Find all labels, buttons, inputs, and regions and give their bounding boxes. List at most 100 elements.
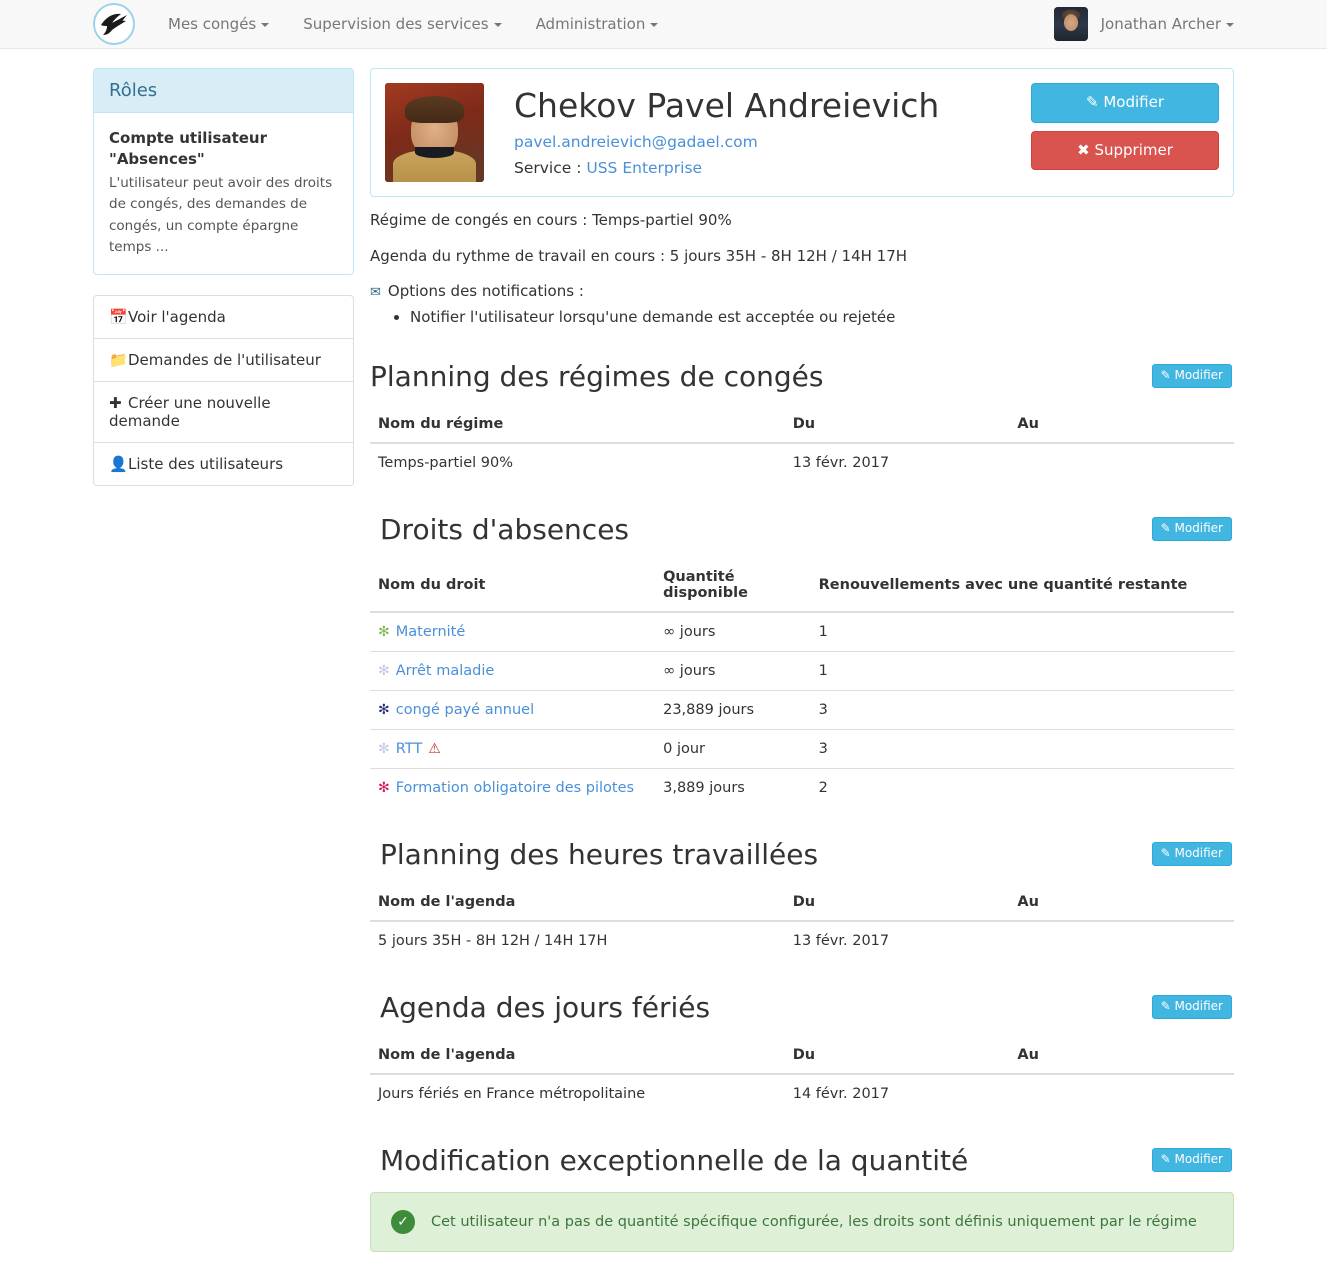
droit-link[interactable]: Formation obligatoire des pilotes bbox=[396, 780, 634, 796]
cell-droit-name: ✻ Maternité bbox=[370, 612, 655, 652]
user-action-buttons: ✎ Modifier ✖ Supprimer bbox=[1031, 83, 1219, 170]
asterisk-icon: ✻ bbox=[378, 740, 390, 757]
edit-heures-button[interactable]: ✎ Modifier bbox=[1151, 842, 1232, 866]
sidebar-item-demandes[interactable]: 📁Demandes de l'utilisateur bbox=[94, 339, 353, 382]
table-row: Temps-partiel 90% 13 févr. 2017 bbox=[370, 443, 1234, 482]
droits-table: Nom du droit Quantité disponible Renouve… bbox=[370, 560, 1234, 807]
roles-panel-body: Compte utilisateur "Absences" L'utilisat… bbox=[94, 113, 353, 274]
table-header-row: Nom de l'agenda Du Au bbox=[370, 885, 1234, 922]
user-email-link[interactable]: pavel.andreievich@gadael.com bbox=[514, 133, 939, 151]
regime-line: Régime de congés en cours : Temps-partie… bbox=[370, 211, 732, 229]
column-header: Nom de l'agenda bbox=[370, 885, 785, 922]
user-service-label: Service : bbox=[514, 158, 582, 177]
pencil-square-icon: ✎ bbox=[1160, 368, 1171, 383]
section-title: Droits d'absences bbox=[380, 512, 630, 546]
table-row: Jours fériés en France métropolitaine 14… bbox=[370, 1074, 1234, 1113]
user-service: Service : USS Enterprise bbox=[514, 159, 939, 177]
envelope-icon: ✉ bbox=[370, 285, 381, 300]
section-regimes: Planning des régimes de congés ✎ Modifie… bbox=[370, 359, 1234, 482]
chevron-down-icon bbox=[261, 22, 270, 27]
section-header: Agenda des jours fériés ✎ Modifier bbox=[370, 990, 1234, 1025]
chevron-down-icon bbox=[493, 22, 502, 27]
page-title: Chekov Pavel Andreievich bbox=[514, 86, 940, 125]
cell-renewals: 1 bbox=[810, 650, 1234, 690]
pencil-square-icon: ✎ bbox=[1160, 999, 1171, 1014]
cell-du: 13 févr. 2017 bbox=[792, 454, 890, 471]
cell-renewals: 3 bbox=[810, 689, 1234, 729]
main-content: Chekov Pavel Andreievich pavel.andreievi… bbox=[354, 49, 1234, 1270]
section-header: Droits d'absences ✎ Modifier bbox=[370, 512, 1234, 547]
navbar-user-menu[interactable]: Jonathan Archer bbox=[1053, 7, 1234, 41]
table-header-row: Nom de l'agenda Du Au bbox=[370, 1038, 1234, 1075]
nav-item-mes-conges[interactable]: Mes congés bbox=[151, 0, 286, 49]
sidebar-item-label: Créer une nouvelle demande bbox=[109, 393, 271, 430]
pencil-square-icon: ✎ bbox=[1160, 846, 1171, 861]
roles-panel-header: Rôles bbox=[94, 69, 353, 113]
column-header: Au bbox=[1009, 407, 1234, 444]
section-title: Planning des régimes de congés bbox=[370, 359, 824, 393]
table-row: ✻ Formation obligatoire des pilotes 3,889 … bbox=[370, 767, 1234, 807]
chevron-down-icon bbox=[1226, 23, 1234, 27]
sidebar-item-creer-demande[interactable]: ✚ Créer une nouvelle demande bbox=[94, 382, 353, 443]
nav-item-administration[interactable]: Administration bbox=[519, 0, 676, 49]
section-title: Modification exceptionnelle de la quanti… bbox=[380, 1143, 969, 1177]
sidebar: Rôles Compte utilisateur "Absences" L'ut… bbox=[93, 49, 354, 486]
droit-link[interactable]: congé payé annuel bbox=[396, 702, 534, 718]
asterisk-icon: ✻ bbox=[378, 662, 390, 679]
cell-quantity: 0 jour bbox=[655, 728, 811, 768]
section-title: Agenda des jours fériés bbox=[380, 990, 711, 1024]
edit-quantite-button[interactable]: ✎ Modifier bbox=[1151, 1148, 1232, 1172]
nav-item-supervision[interactable]: Supervision des services bbox=[286, 0, 518, 49]
user-icon: 👤 bbox=[109, 454, 128, 473]
cell-quantity: ∞ jours bbox=[655, 650, 811, 690]
page-container: Rôles Compte utilisateur "Absences" L'ut… bbox=[0, 49, 1327, 1270]
roles-panel: Rôles Compte utilisateur "Absences" L'ut… bbox=[93, 68, 354, 275]
asterisk-icon: ✻ bbox=[378, 623, 390, 640]
navbar-username[interactable]: Jonathan Archer bbox=[1101, 15, 1234, 33]
edit-droits-button[interactable]: ✎ Modifier bbox=[1151, 517, 1232, 541]
edit-quantite-label: Modifier bbox=[1174, 1152, 1223, 1167]
edit-feries-label: Modifier bbox=[1174, 999, 1223, 1014]
cell-name: Temps-partiel 90% bbox=[378, 454, 513, 471]
table-row: 5 jours 35H - 8H 12H / 14H 17H 13 févr. … bbox=[370, 921, 1234, 960]
top-navbar: Mes congés Supervision des services Admi… bbox=[0, 0, 1327, 49]
cell-au bbox=[1009, 1074, 1234, 1113]
pencil-square-icon: ✎ bbox=[1085, 93, 1099, 111]
droit-link[interactable]: RTT bbox=[396, 741, 422, 757]
section-actions: ✎ Modifier bbox=[1151, 995, 1234, 1019]
delete-user-button[interactable]: ✖ Supprimer bbox=[1031, 130, 1219, 170]
column-header: Nom de l'agenda bbox=[370, 1038, 785, 1075]
table-header-row: Nom du droit Quantité disponible Renouve… bbox=[370, 560, 1234, 613]
quantite-status-alert: ✓ Cet utilisateur n'a pas de quantité sp… bbox=[370, 1191, 1234, 1252]
role-description: L'utilisateur peut avoir des droits de c… bbox=[109, 174, 333, 256]
sidebar-item-label: Voir l'agenda bbox=[128, 307, 226, 326]
cell-renewals: 3 bbox=[810, 728, 1234, 768]
list-item: Notifier l'utilisateur lorsqu'une demand… bbox=[410, 306, 1234, 329]
column-header: Au bbox=[1009, 885, 1234, 922]
sidebar-item-voir-agenda[interactable]: 📅Voir l'agenda bbox=[94, 296, 353, 339]
table-header-row: Nom du régime Du Au bbox=[370, 407, 1234, 444]
droit-link[interactable]: Maternité bbox=[396, 624, 466, 640]
column-header: Du bbox=[784, 1038, 1010, 1075]
cell-renewals: 1 bbox=[818, 623, 828, 640]
table-row: ✻ Arrêt maladie ∞ jours 1 bbox=[370, 650, 1234, 690]
cell-quantity: 23,889 jours bbox=[655, 689, 811, 729]
swallow-bird-logo-icon[interactable] bbox=[93, 3, 135, 45]
cell-droit-name: ✻ Arrêt maladie bbox=[370, 650, 656, 690]
user-service-link[interactable]: USS Enterprise bbox=[586, 159, 702, 177]
navbar-username-label: Jonathan Archer bbox=[1100, 15, 1221, 33]
droit-link[interactable]: Arrêt maladie bbox=[396, 663, 495, 679]
alert-text: Cet utilisateur n'a pas de quantité spéc… bbox=[431, 1213, 1197, 1230]
notifications-title-row: ✉ Options des notifications : bbox=[370, 282, 1234, 300]
sidebar-item-liste-utilisateurs[interactable]: 👤Liste des utilisateurs bbox=[94, 443, 353, 485]
edit-user-button[interactable]: ✎ Modifier bbox=[1031, 83, 1219, 123]
cell-au bbox=[1009, 443, 1234, 482]
section-quantite: Modification exceptionnelle de la quanti… bbox=[370, 1143, 1234, 1252]
cell-name: 5 jours 35H - 8H 12H / 14H 17H bbox=[378, 932, 608, 949]
edit-heures-label: Modifier bbox=[1174, 846, 1223, 861]
check-circle-icon: ✓ bbox=[391, 1209, 415, 1234]
edit-regimes-button[interactable]: ✎ Modifier bbox=[1151, 364, 1232, 388]
section-actions: ✎ Modifier bbox=[1151, 1148, 1234, 1172]
cell-quantity: ∞ jours bbox=[663, 623, 716, 640]
edit-feries-button[interactable]: ✎ Modifier bbox=[1151, 995, 1232, 1019]
